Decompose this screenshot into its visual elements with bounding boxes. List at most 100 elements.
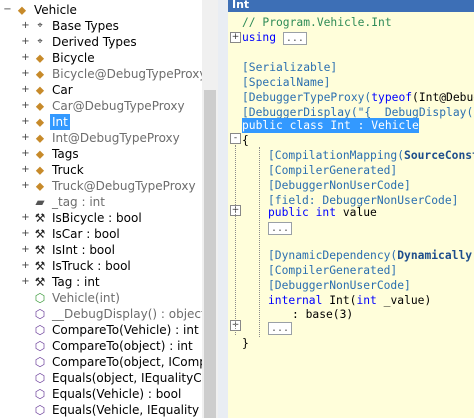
derived-types-icon: ⌖ bbox=[37, 37, 43, 47]
tree-item[interactable]: ⬡ CompareTo(object) : int bbox=[0, 338, 202, 354]
tree-item[interactable]: + ⚒ IsInt : bool bbox=[0, 242, 202, 258]
code-attr-dynamicdependency: [DynamicDependency(Dynamically bbox=[268, 249, 473, 262]
code-attr-serializable: [Serializable] bbox=[242, 61, 338, 74]
tree-item-label: Tag : int bbox=[52, 275, 100, 289]
expand-icon[interactable]: + bbox=[21, 133, 30, 143]
expand-icon[interactable]: + bbox=[21, 181, 30, 191]
base-types-icon: ⌖ bbox=[37, 21, 43, 31]
fold-using-icon[interactable]: + bbox=[230, 32, 241, 43]
tree-item-label: Truck@DebugTypeProxy bbox=[52, 179, 196, 193]
expand-icon[interactable]: + bbox=[21, 229, 30, 239]
collapsed-property-box[interactable]: ... bbox=[268, 222, 293, 235]
code-tab[interactable]: Int bbox=[228, 0, 474, 12]
tree-item-label: Base Types bbox=[52, 19, 119, 33]
tree-scrollbar-thumb[interactable] bbox=[204, 90, 216, 418]
expand-icon[interactable]: + bbox=[21, 53, 30, 63]
expand-icon[interactable]: + bbox=[21, 101, 30, 111]
tree-item-label: Bicycle@DebugTypeProxy bbox=[52, 67, 207, 81]
class-icon: ⬥ bbox=[17, 3, 27, 17]
fold-class-icon[interactable]: - bbox=[230, 133, 241, 144]
panel-splitter[interactable] bbox=[218, 0, 228, 418]
code-attr-compilergenerated: [CompilerGenerated] bbox=[268, 164, 398, 177]
tree-item[interactable]: + ⚒ Tag : int bbox=[0, 274, 202, 290]
method-icon: ⬡ bbox=[34, 307, 46, 321]
collapsed-ctor-box[interactable]: ... bbox=[268, 322, 293, 335]
code-close-brace: } bbox=[242, 337, 249, 350]
tree-item-label: Car@DebugTypeProxy bbox=[52, 99, 185, 113]
tree-item-label: Tags bbox=[52, 147, 79, 161]
tree-item[interactable]: ▰ _tag : int bbox=[0, 194, 202, 210]
tree-item-label: Int bbox=[50, 114, 70, 130]
expand-icon[interactable]: + bbox=[21, 21, 30, 31]
assembly-tree[interactable]: − ⬥ Vehicle + ⌖ Base Types + ⌖ Derived Types + ⬥ Bi… bbox=[0, 0, 218, 418]
tree-item[interactable]: + ⬥ Int@DebugTypeProxy bbox=[0, 130, 202, 146]
tree-item[interactable]: − ⬥ Vehicle bbox=[0, 2, 202, 18]
tree-item[interactable]: ⬡ Equals(Vehicle) : bool bbox=[0, 386, 202, 402]
tree-item-label: Vehicle(int) bbox=[52, 291, 120, 305]
tree-item-label: Truck bbox=[52, 163, 84, 177]
class-icon: ⬥ bbox=[35, 67, 45, 81]
class-icon: ⬥ bbox=[35, 131, 45, 145]
indent-guide bbox=[259, 147, 260, 337]
expand-icon[interactable]: + bbox=[21, 117, 30, 127]
tree-item[interactable]: ⬡ Vehicle(int) bbox=[0, 290, 202, 306]
code-using: using ... bbox=[242, 30, 307, 45]
expand-icon[interactable]: + bbox=[21, 165, 30, 175]
tree-item[interactable]: + ⬥ Car@DebugTypeProxy bbox=[0, 98, 202, 114]
code-class-declaration[interactable]: public class Int : Vehicle bbox=[242, 118, 419, 133]
class-icon: ⬥ bbox=[35, 147, 45, 161]
code-attr-debuggernonuser-2: [DebuggerNonUserCode] bbox=[268, 279, 411, 292]
tree-item[interactable]: + ⬥ Truck bbox=[0, 162, 202, 178]
tree-item-label: _tag : int bbox=[52, 195, 105, 209]
collapsed-using-box[interactable]: ... bbox=[282, 32, 307, 45]
expand-icon[interactable]: + bbox=[21, 85, 30, 95]
class-icon: ⬥ bbox=[35, 83, 45, 97]
tree-item[interactable]: + ⌖ Derived Types bbox=[0, 34, 202, 50]
code-ctor-decl: internal Int(int _value) bbox=[268, 294, 432, 307]
code-property-body: ... bbox=[268, 220, 293, 235]
tree-item-label: Int@DebugTypeProxy bbox=[52, 131, 180, 145]
tree-item-label: Derived Types bbox=[52, 35, 137, 49]
tree-item[interactable]: + ⬥ Int bbox=[0, 114, 202, 130]
tree-item[interactable]: + ⌖ Base Types bbox=[0, 18, 202, 34]
class-icon: ⬥ bbox=[35, 179, 45, 193]
expand-icon[interactable]: + bbox=[21, 37, 30, 47]
tree-item[interactable]: + ⚒ IsTruck : bool bbox=[0, 258, 202, 274]
collapse-icon[interactable]: − bbox=[3, 5, 12, 15]
method-icon: ⬡ bbox=[34, 403, 46, 417]
tree-item[interactable]: ⬡ __DebugDisplay() : object bbox=[0, 306, 206, 322]
expand-icon[interactable]: + bbox=[21, 277, 30, 287]
tree-item[interactable]: ⬡ CompareTo(object, ICompare bbox=[0, 354, 218, 370]
tree-item[interactable]: + ⬥ Car bbox=[0, 82, 202, 98]
expand-icon[interactable]: + bbox=[21, 261, 30, 271]
expand-icon[interactable]: + bbox=[21, 213, 30, 223]
tree-item-label: Equals(object, IEqualityComp bbox=[52, 371, 218, 385]
code-tab-title: Int bbox=[232, 0, 250, 11]
code-base-call: : base(3) bbox=[292, 308, 354, 321]
field-icon: ▰ bbox=[35, 195, 45, 209]
indent-guide bbox=[235, 145, 236, 335]
tree-item[interactable]: + ⬥ Bicycle bbox=[0, 50, 202, 66]
code-attr-compilergenerated-2: [CompilerGenerated] bbox=[268, 264, 398, 277]
tree-item-label: IsInt : bool bbox=[52, 243, 115, 257]
code-comment: // Program.Vehicle.Int bbox=[242, 16, 392, 29]
property-icon: ⚒ bbox=[34, 227, 46, 241]
tree-item[interactable]: + ⚒ IsBicycle : bool bbox=[0, 210, 202, 226]
tree-item[interactable]: + ⬥ Tags bbox=[0, 146, 202, 162]
tree-item[interactable]: + ⬥ Bicycle@DebugTypeProxy bbox=[0, 66, 206, 82]
tree-item[interactable]: + ⬥ Truck@DebugTypeProxy bbox=[0, 178, 202, 194]
tree-item-label: Bicycle bbox=[52, 51, 95, 65]
tree-item-label: Vehicle bbox=[34, 3, 77, 17]
expand-icon[interactable]: + bbox=[21, 69, 30, 79]
method-icon: ⬡ bbox=[34, 355, 46, 369]
tree-item[interactable]: ⬡ Equals(object, IEqualityComp bbox=[0, 370, 218, 386]
tree-item-label: Car bbox=[52, 83, 73, 97]
tree-item[interactable]: ⬡ CompareTo(Vehicle) : int bbox=[0, 322, 202, 338]
expand-icon[interactable]: + bbox=[21, 245, 30, 255]
tree-item[interactable]: + ⚒ IsCar : bool bbox=[0, 226, 202, 242]
property-icon: ⚒ bbox=[34, 275, 46, 289]
method-icon: ⬡ bbox=[34, 339, 46, 353]
code-ctor-body: ... bbox=[268, 320, 293, 335]
expand-icon[interactable]: + bbox=[21, 149, 30, 159]
tree-item[interactable]: ⬡ Equals(Vehicle, IEquality bbox=[0, 402, 202, 418]
